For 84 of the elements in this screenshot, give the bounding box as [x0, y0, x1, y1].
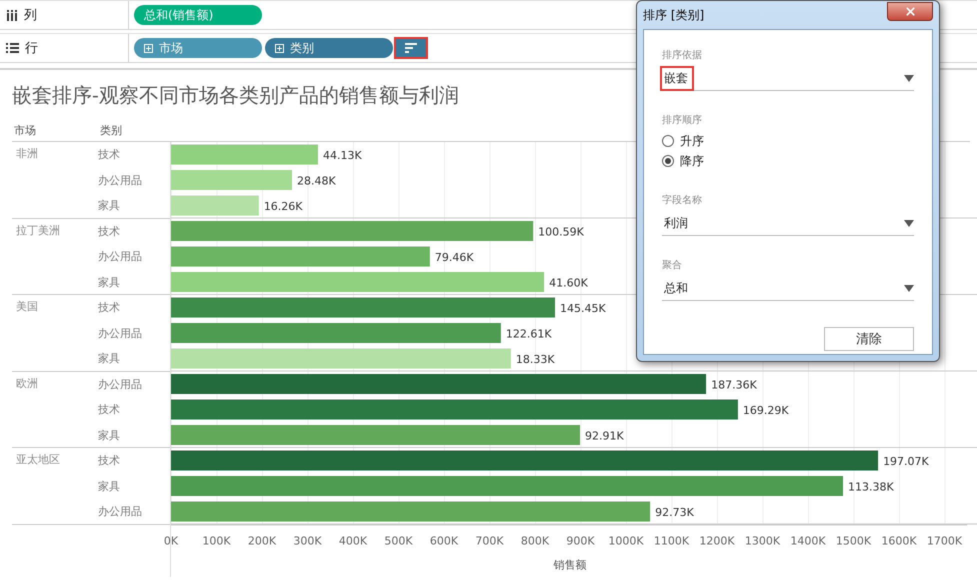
- sort-button[interactable]: [394, 37, 428, 59]
- bar-label: 44.13K: [322, 149, 362, 162]
- sort-icon: [405, 43, 417, 53]
- dropdown[interactable]: 嵌套: [662, 66, 914, 91]
- row-header: 办公用品: [98, 172, 142, 188]
- close-button[interactable]: [887, 2, 933, 20]
- radio-button[interactable]: [662, 135, 674, 147]
- axis-tick-label: 1500K: [836, 534, 872, 548]
- row-header: 家具: [98, 478, 121, 494]
- radio-button[interactable]: [662, 155, 674, 167]
- bar-label: 16.26K: [264, 200, 303, 213]
- axis-tick-label: 600K: [430, 534, 458, 548]
- row-header: 办公用品: [98, 326, 142, 342]
- bar-label: 197.07K: [883, 455, 929, 468]
- row-header: 拉丁美洲: [15, 222, 61, 238]
- clear-button[interactable]: 清除: [824, 327, 914, 351]
- close-icon: [904, 4, 916, 18]
- field-label: 聚合: [662, 259, 683, 272]
- axis-tick-label: 1400K: [790, 534, 826, 548]
- bar-label: 145.45K: [560, 302, 606, 315]
- row-header: 办公用品: [98, 376, 142, 392]
- axis-tick-label: 700K: [475, 534, 504, 548]
- bar-label: 41.60K: [549, 276, 588, 290]
- row-header: 办公用品: [98, 249, 142, 265]
- bar-label: 28.48K: [297, 174, 336, 188]
- column-header: 市场: [13, 123, 37, 139]
- row-header: 技术: [98, 147, 121, 163]
- shelf-label: 列: [24, 7, 37, 24]
- field-label: 排序顺序: [662, 114, 703, 127]
- axis-tick-label: 500K: [384, 534, 413, 548]
- dropdown-caret-icon: [904, 284, 914, 292]
- bar-label: 18.33K: [516, 353, 555, 366]
- bar-label: 169.29K: [742, 404, 789, 417]
- row-header: 家具: [98, 198, 121, 214]
- axis-tick-label: 1200K: [699, 534, 735, 548]
- row-header: 办公用品: [98, 504, 142, 520]
- row-header: 技术: [98, 402, 121, 418]
- row-header: 家具: [98, 428, 121, 444]
- axis-tick-label: 1700K: [926, 534, 962, 548]
- axis-tick-label: 0K: [164, 534, 178, 548]
- shelf-label: 行: [25, 40, 38, 57]
- row-header: 非洲: [15, 146, 39, 161]
- dialog-title: 排序 [类别]: [643, 6, 704, 24]
- axis-tick-label: 200K: [248, 534, 276, 548]
- chart-title: 嵌套排序-观察不同市场各类别产品的销售额与利润: [12, 82, 460, 109]
- rows-icon: [6, 43, 19, 53]
- dropdown-caret-icon: [904, 220, 914, 226]
- axis-tick-label: 1300K: [744, 534, 780, 548]
- field-label: 排序依据: [662, 48, 703, 62]
- row-header: 技术: [98, 453, 121, 469]
- axis-tick-label: 800K: [520, 534, 550, 548]
- axis-tick-label: 1000K: [608, 534, 644, 548]
- row-header: 家具: [98, 274, 121, 290]
- field-label: 字段名称: [662, 194, 703, 207]
- axis-tick-label: 1100K: [654, 534, 690, 548]
- bar-label: 113.38K: [848, 480, 894, 494]
- expand-icon: [275, 44, 284, 52]
- axis-tick-label: 300K: [293, 534, 322, 548]
- row-header: 技术: [98, 300, 121, 316]
- bar-label: 92.91K: [585, 430, 624, 442]
- dropdown-caret-icon: [904, 74, 914, 82]
- axis-title: 销售额: [554, 558, 586, 572]
- radio-option[interactable]: 降序: [662, 151, 914, 171]
- row-header: 亚太地区: [15, 452, 61, 467]
- row-header: 家具: [98, 351, 121, 367]
- bar-label: 122.61K: [506, 328, 552, 340]
- columns-icon: [6, 10, 18, 20]
- axis-tick-label: 400K: [338, 534, 368, 548]
- axis-tick-label: 1600K: [881, 534, 917, 548]
- bar-label: 187.36K: [711, 378, 757, 392]
- axis-tick-label: 900K: [566, 534, 595, 548]
- column-header: 类别: [99, 123, 123, 139]
- bar-label: 100.59K: [538, 226, 584, 238]
- axis-tick-label: 100K: [202, 534, 231, 548]
- row-header: 技术: [98, 224, 121, 240]
- field-pill[interactable]: 类别: [265, 38, 393, 58]
- row-header: 欧洲: [15, 376, 39, 390]
- bar-label: 79.46K: [434, 251, 474, 264]
- dropdown[interactable]: 总和: [662, 276, 914, 301]
- row-header: 美国: [15, 299, 39, 314]
- expand-icon: [144, 44, 153, 52]
- bar-label: 92.73K: [655, 506, 694, 519]
- dropdown[interactable]: 利润: [662, 211, 914, 236]
- radio-option[interactable]: 升序: [662, 131, 914, 151]
